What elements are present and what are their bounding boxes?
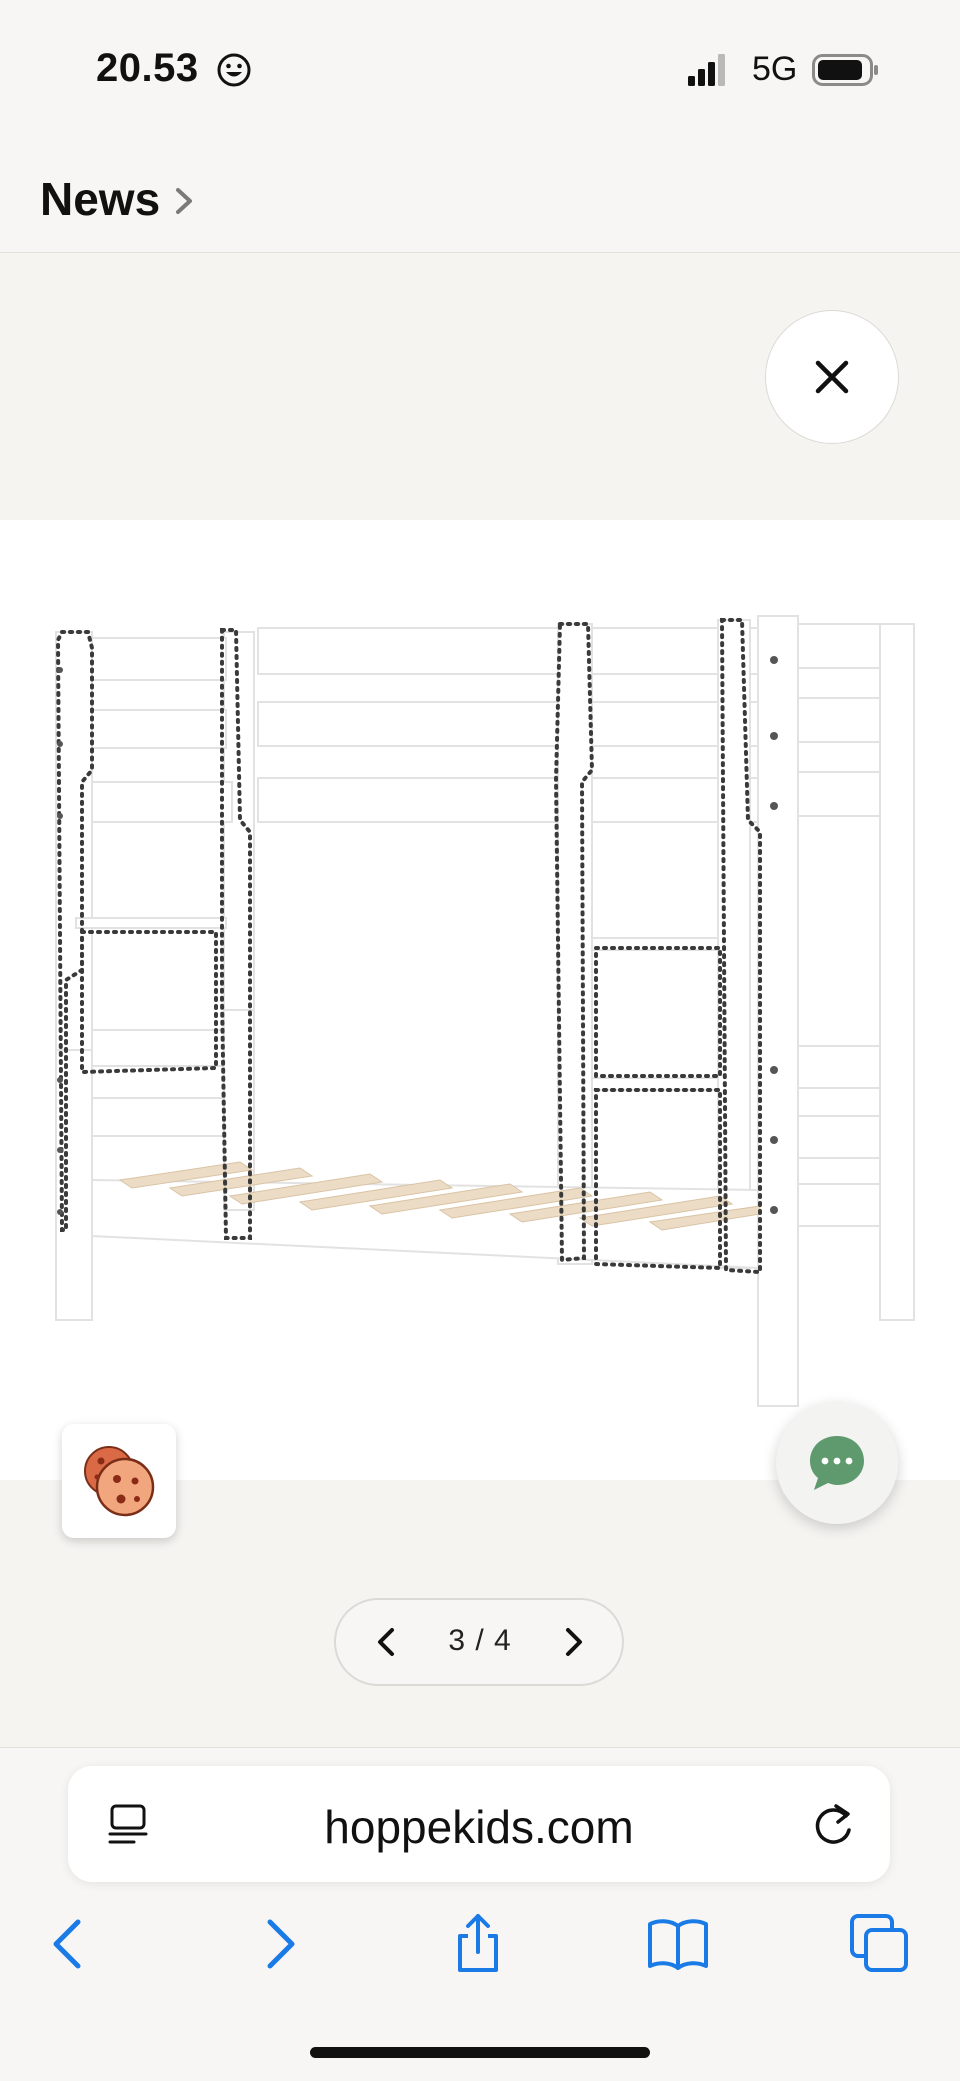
tabs-overview-icon[interactable]: [848, 1912, 912, 1976]
cookie-icon: [84, 1446, 155, 1517]
url-text[interactable]: hoppekids.com: [68, 1800, 890, 1854]
status-time: 20.53: [96, 46, 199, 90]
close-icon: [815, 360, 849, 394]
image-pager: 3 / 4: [334, 1598, 624, 1686]
cookie-settings-button[interactable]: [62, 1424, 176, 1538]
previous-image-button[interactable]: [366, 1620, 410, 1664]
back-icon[interactable]: [38, 1912, 102, 1976]
battery-icon: [812, 54, 878, 86]
next-image-button[interactable]: [550, 1620, 594, 1664]
product-image[interactable]: [0, 520, 960, 1480]
network-label: 5G: [752, 50, 798, 88]
nav-title[interactable]: News: [40, 172, 160, 226]
pager-label: 3 / 4: [448, 1624, 512, 1657]
smiley-icon: [217, 53, 251, 87]
address-bar[interactable]: hoppekids.com: [68, 1766, 890, 1882]
forward-icon[interactable]: [246, 1912, 310, 1976]
nav-header[interactable]: News: [0, 140, 960, 253]
bookmarks-icon[interactable]: [646, 1912, 710, 1976]
chevron-right-icon: [176, 188, 192, 214]
chat-icon: [810, 1436, 864, 1490]
bunk-bed-image: [55, 615, 915, 1407]
reload-icon[interactable]: [810, 1800, 856, 1848]
close-gallery-button[interactable]: [765, 310, 899, 444]
share-icon[interactable]: [446, 1912, 510, 1976]
chat-button[interactable]: [776, 1402, 898, 1524]
home-indicator: [310, 2047, 650, 2058]
signal-icon: [688, 54, 725, 86]
